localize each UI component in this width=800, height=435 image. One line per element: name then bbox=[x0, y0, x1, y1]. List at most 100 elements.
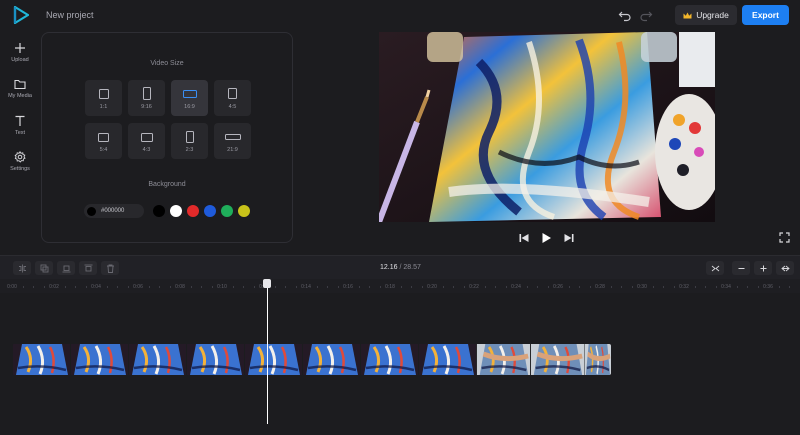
trash-icon bbox=[106, 264, 114, 273]
zoom-out-button[interactable] bbox=[732, 261, 750, 275]
align-bottom-button[interactable] bbox=[57, 261, 75, 275]
video-frame-image bbox=[379, 32, 715, 222]
ruler-tick-mark bbox=[463, 286, 465, 288]
upgrade-button[interactable]: Upgrade bbox=[675, 5, 737, 25]
size-option-2-3[interactable]: 2:3 bbox=[171, 123, 208, 159]
video-clip-thumbnail[interactable] bbox=[302, 344, 360, 375]
size-option-16-9[interactable]: 16:9 bbox=[171, 80, 208, 116]
ruler-tick-mark bbox=[358, 286, 360, 288]
size-option-1-1[interactable]: 1:1 bbox=[85, 80, 122, 116]
video-clip-thumbnail[interactable] bbox=[584, 344, 611, 375]
sidebar-item-my-media[interactable]: My Media bbox=[0, 76, 40, 106]
video-preview[interactable] bbox=[379, 32, 715, 222]
video-size-panel: Video Size 1:1 9:16 16:9 4:5 5:4 4:3 2:3… bbox=[41, 32, 293, 243]
expand-timeline-button[interactable] bbox=[776, 261, 794, 275]
sidebar-item-label: Upload bbox=[11, 57, 29, 63]
ruler-tick-label: 0:34 bbox=[721, 284, 731, 290]
app-logo-icon[interactable] bbox=[13, 6, 29, 24]
play-icon[interactable] bbox=[539, 231, 553, 245]
ruler-tick-mark bbox=[327, 286, 328, 288]
video-clip-thumbnail[interactable] bbox=[244, 344, 302, 375]
ruler-tick-mark bbox=[274, 286, 276, 288]
redo-icon[interactable] bbox=[639, 8, 653, 22]
timeline-ruler[interactable]: 0:000:020:040:060:080:100:120:140:160:18… bbox=[0, 279, 800, 293]
skip-forward-icon[interactable] bbox=[562, 231, 576, 245]
ruler-tick-mark bbox=[537, 286, 538, 288]
swatch-black[interactable] bbox=[153, 205, 165, 217]
swatch-white[interactable] bbox=[170, 205, 182, 217]
video-clip-thumbnail[interactable] bbox=[530, 344, 584, 375]
fullscreen-icon[interactable] bbox=[779, 232, 790, 243]
ruler-tick-mark bbox=[169, 286, 171, 288]
upgrade-label: Upgrade bbox=[696, 10, 729, 20]
ruler-tick-mark bbox=[705, 286, 706, 288]
size-option-label: 4:3 bbox=[142, 147, 151, 153]
size-option-label: 21:9 bbox=[227, 147, 238, 153]
ruler-tick-mark bbox=[789, 286, 790, 288]
ruler-tick-mark bbox=[453, 286, 454, 288]
video-clip-thumbnail[interactable] bbox=[12, 344, 70, 375]
top-bar: New project Upgrade Export bbox=[0, 0, 800, 30]
delete-button[interactable] bbox=[101, 261, 119, 275]
background-color-field[interactable]: #000000 bbox=[84, 204, 144, 218]
swatch-yellow[interactable] bbox=[238, 205, 250, 217]
video-clip-thumbnail[interactable] bbox=[186, 344, 244, 375]
ruler-tick-label: 0:04 bbox=[91, 284, 101, 290]
gear-icon bbox=[14, 151, 26, 163]
ruler-tick-mark bbox=[285, 286, 286, 288]
fit-timeline-button[interactable] bbox=[706, 261, 724, 275]
sidebar-item-upload[interactable]: Upload bbox=[0, 40, 40, 70]
size-option-9-16[interactable]: 9:16 bbox=[128, 80, 165, 116]
project-title[interactable]: New project bbox=[46, 10, 94, 20]
ruler-tick-label: 0:14 bbox=[301, 284, 311, 290]
ruler-tick-label: 0:26 bbox=[553, 284, 563, 290]
size-option-4-3[interactable]: 4:3 bbox=[128, 123, 165, 159]
align-top-button[interactable] bbox=[79, 261, 97, 275]
playhead[interactable] bbox=[266, 286, 268, 424]
size-option-4-5[interactable]: 4:5 bbox=[214, 80, 251, 116]
video-clip-thumbnail[interactable] bbox=[360, 344, 418, 375]
video-clip-thumbnail[interactable] bbox=[476, 344, 530, 375]
zoom-in-button[interactable] bbox=[754, 261, 772, 275]
ruler-tick-label: 0:24 bbox=[511, 284, 521, 290]
export-button[interactable]: Export bbox=[742, 5, 789, 25]
minus-icon bbox=[738, 267, 744, 269]
background-hex-value: #000000 bbox=[101, 208, 125, 214]
swatch-red[interactable] bbox=[187, 205, 199, 217]
ruler-tick-mark bbox=[663, 286, 664, 288]
video-clip-thumbnail[interactable] bbox=[128, 344, 186, 375]
split-button[interactable] bbox=[13, 261, 31, 275]
ruler-tick-label: 0:08 bbox=[175, 284, 185, 290]
ruler-tick-mark bbox=[495, 286, 496, 288]
total-time: 28.57 bbox=[403, 264, 421, 271]
align-top-icon bbox=[84, 264, 92, 271]
undo-icon[interactable] bbox=[618, 8, 632, 22]
landscape-ratio-icon bbox=[98, 133, 109, 142]
swatch-green[interactable] bbox=[221, 205, 233, 217]
size-option-21-9[interactable]: 21:9 bbox=[214, 123, 251, 159]
sidebar-item-settings[interactable]: Settings bbox=[0, 149, 40, 179]
ruler-tick-mark bbox=[579, 286, 580, 288]
ruler-tick-mark bbox=[547, 286, 549, 288]
ruler-tick-mark bbox=[442, 286, 444, 288]
ruler-tick-label: 0:06 bbox=[133, 284, 143, 290]
ruler-tick-label: 0:30 bbox=[637, 284, 647, 290]
skip-back-icon[interactable] bbox=[517, 231, 531, 245]
ruler-tick-mark bbox=[201, 286, 202, 288]
video-track[interactable] bbox=[12, 344, 611, 375]
duplicate-button[interactable] bbox=[35, 261, 53, 275]
folder-icon bbox=[14, 79, 26, 90]
sidebar-item-text[interactable]: Text bbox=[0, 113, 40, 143]
video-clip-thumbnail[interactable] bbox=[70, 344, 128, 375]
size-option-5-4[interactable]: 5:4 bbox=[85, 123, 122, 159]
ruler-tick-mark bbox=[411, 286, 412, 288]
ruler-tick-mark bbox=[505, 286, 507, 288]
video-clip-thumbnail[interactable] bbox=[418, 344, 476, 375]
playhead-handle[interactable] bbox=[263, 279, 271, 288]
text-icon bbox=[15, 115, 25, 126]
crown-icon bbox=[683, 12, 692, 18]
ruler-tick-label: 0:18 bbox=[385, 284, 395, 290]
ruler-tick-mark bbox=[526, 286, 528, 288]
size-option-label: 16:9 bbox=[184, 104, 195, 110]
swatch-blue[interactable] bbox=[204, 205, 216, 217]
